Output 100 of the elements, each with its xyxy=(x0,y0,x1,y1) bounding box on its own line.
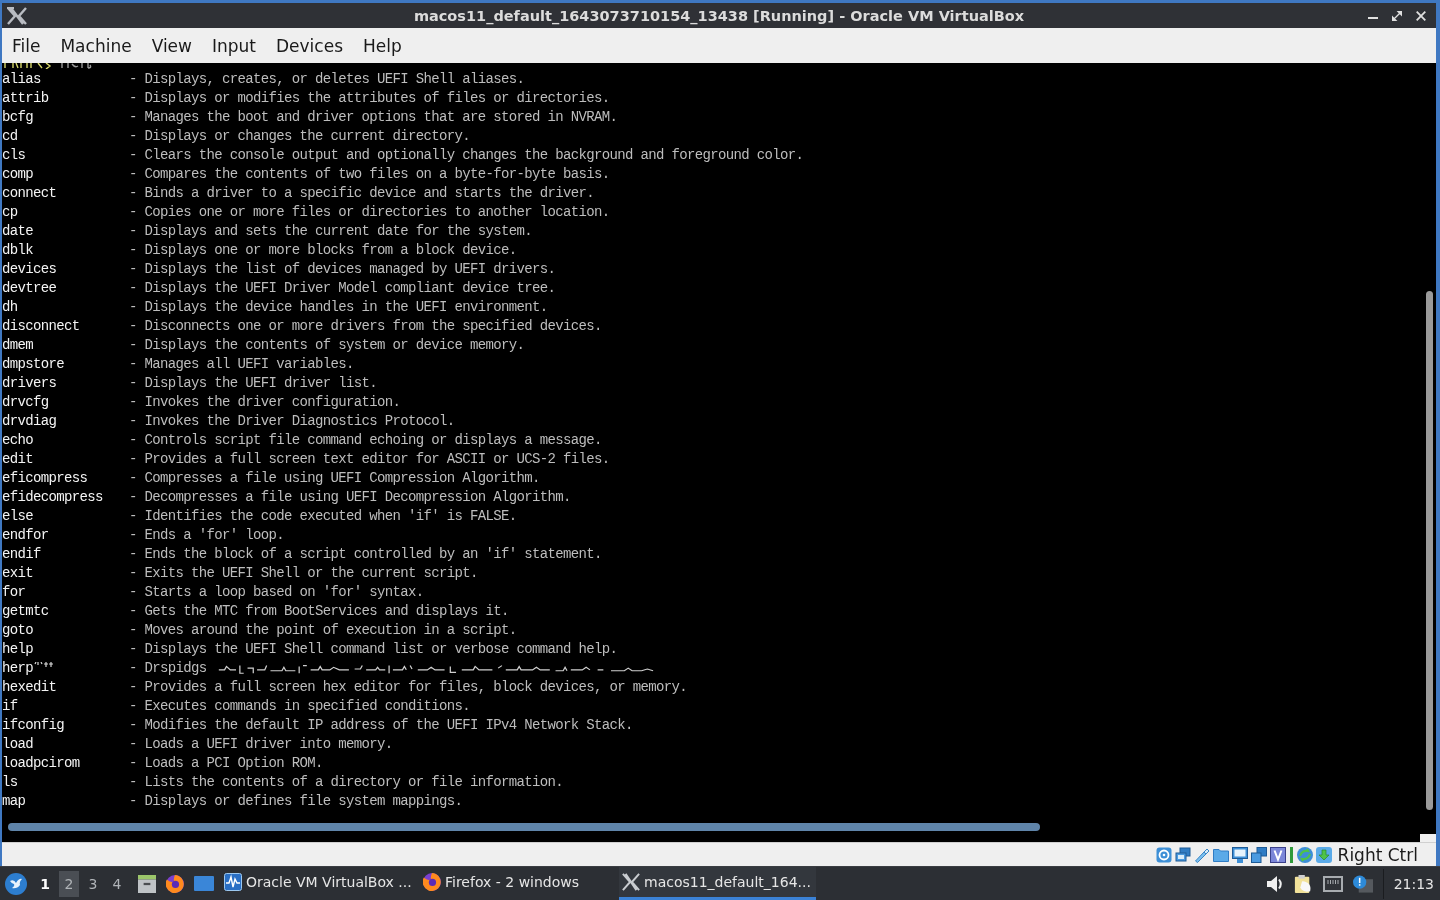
command-description: - Starts a loop based on 'for' syntax. xyxy=(129,583,424,602)
start-menu-icon[interactable] xyxy=(5,872,27,895)
workspace-button[interactable]: 2 xyxy=(59,870,79,897)
disc-icon[interactable] xyxy=(1155,846,1172,863)
command-name: drvcfg xyxy=(2,393,50,412)
minimize-icon xyxy=(1368,16,1378,19)
command-description: - Ends the block of a script controlled by an 'if' statement. xyxy=(129,545,602,564)
folder-icon[interactable] xyxy=(1212,846,1229,863)
network-icon[interactable] xyxy=(1174,846,1191,863)
command-description: - Displays the UEFI Shell command list or verbose command help. xyxy=(129,640,618,659)
workspace-button[interactable]: 3 xyxy=(83,870,103,897)
command-description: - Modifies the default IP address of the UEFI IPv4 Network Stack. xyxy=(129,716,633,735)
command-description: - Displays one or more blocks from a block device. xyxy=(129,241,517,260)
command-name: cd xyxy=(2,127,19,146)
menu-item[interactable]: Devices xyxy=(266,31,353,60)
workspace-button[interactable]: 4 xyxy=(107,870,127,897)
command-name: help xyxy=(2,640,34,659)
command-name: else xyxy=(2,507,34,526)
command-name: cls xyxy=(2,146,27,165)
command-description: - Compresses a file using UEFI Compression Algorithm. xyxy=(129,469,540,488)
command-description: - Identifies the code executed when 'if' is FALSE. xyxy=(129,507,517,526)
command-description: - Copies one or more files or directories to another location. xyxy=(129,203,610,222)
menu-item[interactable]: Input xyxy=(201,31,266,60)
command-name: alias xyxy=(2,70,42,89)
command-description: - Displays or modifies the attributes of files or directories. xyxy=(129,89,610,108)
command-description: - Binds a driver to a specific device and starts the driver. xyxy=(129,184,595,203)
taskbar-window-button[interactable]: Firefox - 2 windows xyxy=(420,867,617,900)
taskbar-window-button[interactable]: macos11_default_164... xyxy=(619,867,816,900)
command-name: edit xyxy=(2,450,34,469)
indicator-bar-icon xyxy=(1289,846,1293,863)
browser-icon[interactable] xyxy=(166,874,184,893)
close-icon xyxy=(1416,10,1426,21)
x-logo-icon xyxy=(6,5,28,26)
command-name: comp xyxy=(2,165,34,184)
command-name: attrib xyxy=(2,89,50,108)
scrollbar-thumb[interactable] xyxy=(1425,291,1433,810)
command-description: - Drspidgs xyxy=(129,659,207,678)
command-description: - Loads a PCI Option ROM. xyxy=(129,754,323,773)
command-description: - Gets the MTC from BootServices and displays it. xyxy=(129,602,509,621)
command-name: exit xyxy=(2,564,34,583)
clipboard-icon[interactable] xyxy=(1292,874,1313,893)
windows-icon[interactable] xyxy=(1250,846,1267,863)
command-description: - Disconnects one or more drivers from the specified devices. xyxy=(129,317,602,336)
command-description: - Invokes the driver configuration. xyxy=(129,393,401,412)
clock: 21:13 xyxy=(1393,875,1434,892)
command-description: - Decompresses a file using UEFI Decompression Algorithm. xyxy=(129,488,571,507)
command-name: ifconfig xyxy=(2,716,65,735)
command-name: endfor xyxy=(2,526,50,545)
command-name: dh xyxy=(2,298,19,317)
command-name: dblk xyxy=(2,241,34,260)
scrollbar-thumb[interactable] xyxy=(8,823,1040,831)
command-description: - Displays, creates, or deletes UEFI Shell aliases. xyxy=(129,70,525,89)
command-name: goto xyxy=(2,621,34,640)
window-title: macos11_default_1643073710154_13438 [Running] - Oracle VM VirtualBox xyxy=(413,7,1025,24)
command-description: - Displays the UEFI Driver Model compliant device tree. xyxy=(129,279,556,298)
command-description: - Displays the list of devices managed by UEFI drivers. xyxy=(129,260,556,279)
drawer-icon[interactable] xyxy=(138,874,156,893)
usb-icon[interactable] xyxy=(1193,846,1210,863)
command-description: - Invokes the Driver Diagnostics Protocol. xyxy=(129,412,455,431)
taskbar-window-button[interactable]: Oracle VM VirtualBox ... xyxy=(221,867,418,900)
network-port-icon[interactable] xyxy=(1322,874,1343,893)
command-description: - Provides a full screen text editor for ASCII or UCS-2 files. xyxy=(129,450,610,469)
workspace-button[interactable]: 1 xyxy=(35,870,55,897)
command-name: devtree xyxy=(2,279,58,298)
command-description: - Manages the boot and driver options that are stored in NVRAM. xyxy=(129,108,618,127)
menu-item[interactable]: File xyxy=(2,31,51,60)
command-name: herp xyxy=(2,659,33,678)
menu-item[interactable]: Machine xyxy=(50,31,142,60)
volume-icon[interactable] xyxy=(1266,875,1283,892)
down-arrow-icon[interactable] xyxy=(1315,846,1332,863)
command-description: - Executes commands in specified conditions. xyxy=(129,697,471,716)
command-description: - Loads a UEFI driver into memory. xyxy=(129,735,393,754)
garbled-glyph-icon xyxy=(34,661,54,668)
command-name: dmem xyxy=(2,336,34,355)
command-name: endif xyxy=(2,545,42,564)
command-name: for xyxy=(2,583,27,602)
command-name: map xyxy=(2,792,27,811)
command-description: - Ends a 'for' loop. xyxy=(129,526,285,545)
command-name: eficompress xyxy=(2,469,89,488)
command-description: - Controls script file command echoing or displays a message. xyxy=(129,431,602,450)
command-description: - Displays the UEFI driver list. xyxy=(129,374,378,393)
chevron-box-icon[interactable] xyxy=(1269,846,1286,863)
command-description: - Moves around the point of execution in a script. xyxy=(129,621,517,640)
monitor-icon[interactable] xyxy=(1231,846,1248,863)
menu-item[interactable]: View xyxy=(141,31,202,60)
command-description: - Compares the contents of two files on a byte-for-byte basis. xyxy=(129,165,610,184)
notification-icon[interactable] xyxy=(1352,874,1373,893)
command-description: - Displays or changes the current directory. xyxy=(129,127,471,146)
command-name: efidecompress xyxy=(2,488,104,507)
command-name: ls xyxy=(2,773,19,792)
command-name: bcfg xyxy=(2,108,34,127)
command-description: - Manages all UEFI variables. xyxy=(129,355,354,374)
menu-item[interactable]: Help xyxy=(353,31,412,60)
command-name: dmpstore xyxy=(2,355,65,374)
x-logo-icon xyxy=(622,873,640,891)
command-name: hexedit xyxy=(2,678,58,697)
command-description: - Lists the contents of a directory or file information. xyxy=(129,773,564,792)
command-name: echo xyxy=(2,431,34,450)
globe-arrows-icon[interactable] xyxy=(1296,846,1313,863)
command-description: - Displays the device handles in the UEFI environment. xyxy=(129,298,548,317)
